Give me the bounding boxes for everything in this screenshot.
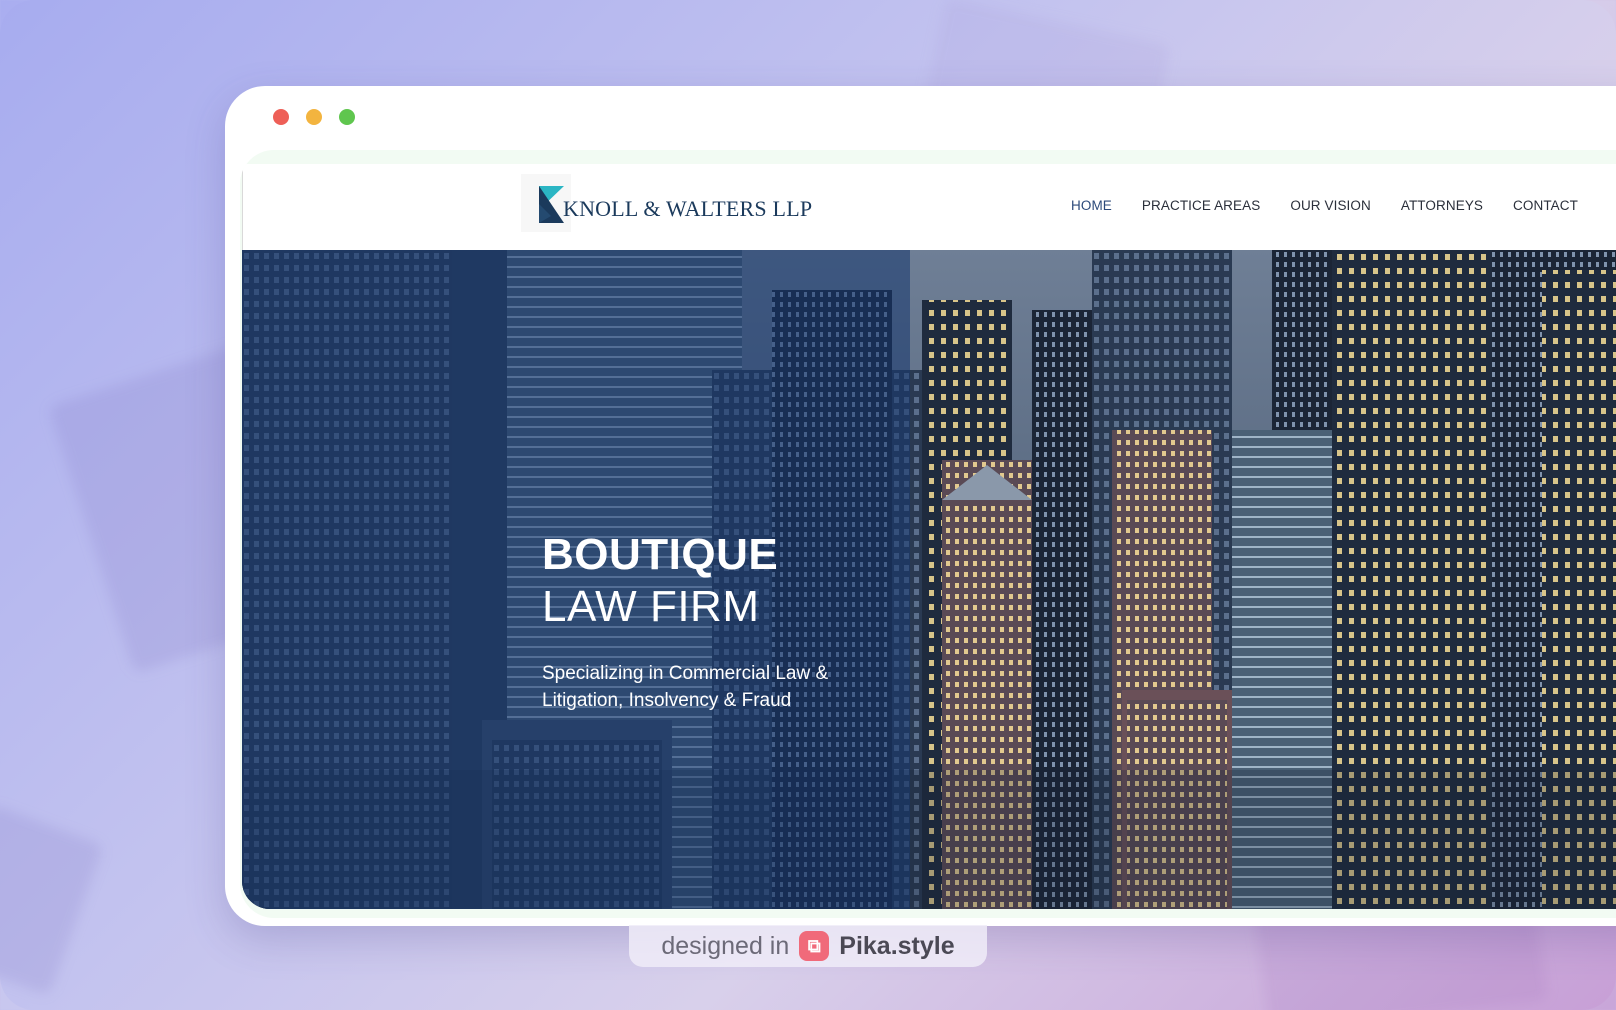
site-logo[interactable]: KNOLL & WALTERS LLP [521,174,812,232]
nav-attorneys[interactable]: ATTORNEYS [1401,198,1483,213]
maximize-dot[interactable] [339,109,355,125]
minimize-dot[interactable] [306,109,322,125]
background-shape [0,804,104,996]
hero-section: BOUTIQUE LAW FIRM Specializing in Commer… [242,250,1616,909]
nav-our-vision[interactable]: OUR VISION [1290,198,1371,213]
watermark-badge[interactable]: designed in ⧉ Pika.style [629,925,987,967]
browser-window: KNOLL & WALTERS LLP HOME PRACTICE AREAS … [225,86,1616,926]
logo-text: KNOLL & WALTERS LLP [563,196,813,221]
website: KNOLL & WALTERS LLP HOME PRACTICE AREAS … [242,164,1616,909]
watermark-prefix: designed in [661,931,790,960]
site-header: KNOLL & WALTERS LLP HOME PRACTICE AREAS … [242,164,1616,250]
nav-practice-areas[interactable]: PRACTICE AREAS [1142,198,1260,213]
watermark-brand: Pika.style [839,931,955,960]
hero-title-line2: LAW FIRM [542,582,760,631]
nav-home[interactable]: HOME [1071,198,1112,213]
hero-title-line1: BOUTIQUE [542,530,779,579]
main-nav: HOME PRACTICE AREAS OUR VISION ATTORNEYS… [1071,198,1608,213]
nav-contact[interactable]: CONTACT [1513,198,1578,213]
hero-subtitle: Specializing in Commercial Law & Litigat… [542,663,829,711]
pika-logo-icon: ⧉ [799,931,830,961]
window-controls [273,109,355,125]
browser-viewport: KNOLL & WALTERS LLP HOME PRACTICE AREAS … [240,150,1616,918]
close-dot[interactable] [273,109,289,125]
